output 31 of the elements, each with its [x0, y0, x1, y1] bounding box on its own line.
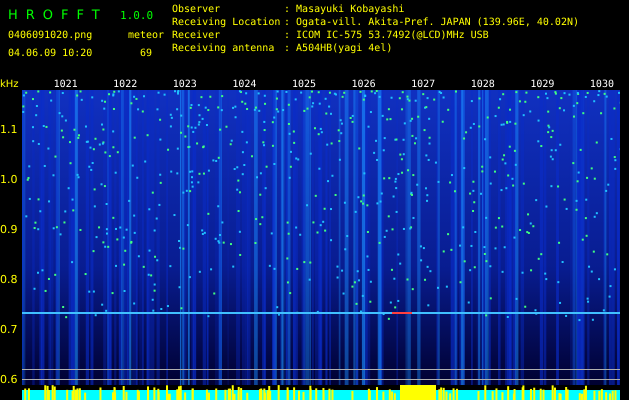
- unit-label: kHz: [0, 78, 19, 90]
- time-label: 1029: [530, 78, 554, 90]
- app-title: HROFFT: [8, 8, 109, 22]
- info-value: : ICOM IC-575 53.7492(@LCD)MHz USB: [284, 30, 489, 43]
- time-label: 1026: [352, 78, 376, 90]
- time-label: 1028: [470, 78, 495, 90]
- frequency-label: 1.1: [0, 123, 18, 137]
- info-value: : Ogata-vill. Akita-Pref. JAPAN (139.96E, 40.02N): [284, 17, 580, 30]
- info-label: Receiving antenna: [172, 43, 274, 56]
- meteor-label: meteor: [128, 30, 164, 40]
- frequency-label: 0.9: [0, 223, 18, 237]
- frequency-label: 0.7: [0, 323, 18, 337]
- time-label: 1022: [113, 78, 138, 90]
- info-label: Receiver: [172, 30, 220, 43]
- info-value: : Masayuki Kobayashi: [284, 4, 404, 17]
- frequency-label: 0.6: [0, 373, 18, 387]
- info-value: : A504HB(yagi 4el): [284, 43, 392, 56]
- version-label: 1.0.0: [120, 8, 154, 22]
- meteor-count: 69: [140, 48, 152, 58]
- date-time: 04.06.09 10:20: [8, 48, 92, 58]
- time-label: 1023: [172, 78, 197, 90]
- frequency-label: 1.0: [0, 173, 18, 187]
- time-label: 1027: [411, 78, 436, 90]
- info-label: Observer: [172, 4, 220, 17]
- time-label: 1030: [590, 78, 614, 90]
- info-label: Receiving Location: [172, 17, 280, 30]
- time-label: 1024: [232, 78, 256, 90]
- frequency-label: 0.8: [0, 273, 18, 287]
- time-label: 1021: [54, 78, 78, 90]
- file-name: 0406091020.png: [8, 30, 92, 40]
- time-label: 1025: [292, 78, 316, 90]
